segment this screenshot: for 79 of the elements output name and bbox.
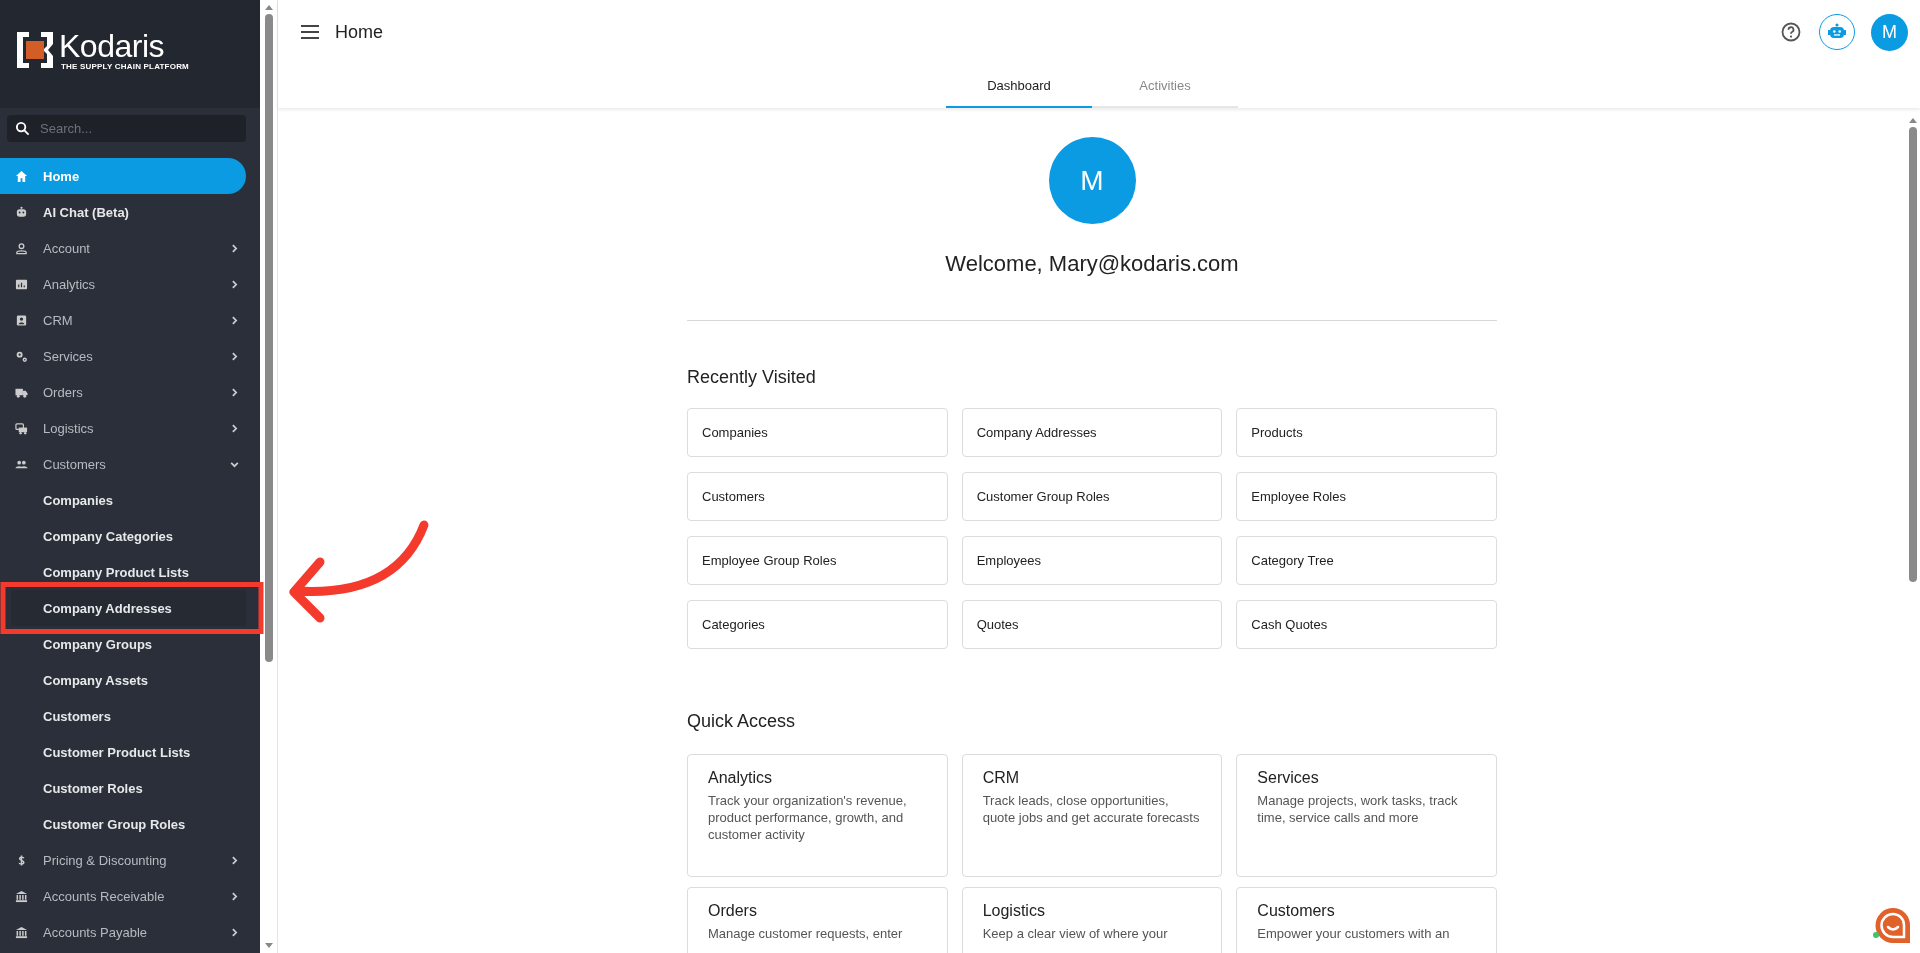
link-card[interactable]: Customer Group Roles	[961, 472, 1223, 521]
sidebar-item[interactable]: CRM	[0, 302, 246, 338]
page-title: Home	[335, 21, 383, 43]
link-card[interactable]: Products	[1236, 408, 1497, 457]
sidebar-subitem[interactable]: Customer Product Lists	[0, 743, 246, 761]
scroll-up-icon[interactable]	[1909, 118, 1917, 123]
sidebar-item[interactable]: Customers	[0, 446, 246, 482]
module-card[interactable]: Services Manage projects, work tasks, track time, service calls and more	[1236, 754, 1497, 877]
module-card[interactable]: Analytics Track your organization's revenue, product performance, growth, and customer activity	[687, 754, 948, 877]
link-card[interactable]: Cash Quotes	[1236, 600, 1497, 649]
search-field[interactable]: Search...	[7, 115, 246, 142]
section-title: Quick Access	[687, 711, 797, 732]
sidebar-item[interactable]: Accounts Payable	[0, 914, 246, 950]
card-description: Keep a clear view of where your	[982, 925, 1169, 942]
search-icon	[15, 121, 30, 136]
bar-chart-icon	[15, 277, 28, 291]
module-card[interactable]: Logistics Keep a clear view of where your	[961, 887, 1223, 953]
home-icon	[15, 169, 28, 183]
sidebar-subitem[interactable]: Company Addresses	[11, 590, 246, 626]
card-title: Services	[1257, 769, 1320, 787]
sidebar-subitem[interactable]: Company Groups	[0, 635, 246, 653]
sidebar-subitem[interactable]: Company Assets	[0, 671, 246, 689]
sidebar-subitem[interactable]: Companies	[0, 491, 246, 509]
sidebar-item[interactable]: Accounts Receivable	[0, 878, 246, 914]
sidebar-item[interactable]: Pricing & Discounting	[0, 842, 246, 878]
sidebar-subitem[interactable]: Customer Roles	[0, 779, 246, 797]
scroll-down-icon[interactable]	[264, 943, 273, 948]
avatar: M	[1048, 137, 1136, 224]
gears-icon	[15, 349, 28, 363]
card-description: Manage projects, work tasks, track time, service calls and more	[1257, 792, 1459, 826]
link-card[interactable]: Category Tree	[1236, 536, 1497, 585]
link-card[interactable]: Employee Group Roles	[687, 536, 948, 585]
chat-widget-icon[interactable]	[1873, 906, 1913, 946]
contact-card-icon	[15, 313, 28, 327]
module-card[interactable]: Customers Empower your customers with an	[1236, 887, 1497, 953]
sidebar-item[interactable]: Account	[0, 230, 246, 266]
section-title: Recently Visited	[687, 367, 817, 388]
link-card[interactable]: Quotes	[961, 600, 1223, 649]
robot-icon	[15, 205, 28, 219]
delivery-icon	[15, 421, 28, 435]
person-icon	[15, 241, 28, 255]
logo-tagline: THE SUPPLY CHAIN PLATFORM	[61, 61, 189, 71]
module-card[interactable]: CRM Track leads, close opportunities, quote jobs and get accurate forecasts	[961, 754, 1223, 877]
menu-icon[interactable]	[301, 25, 319, 39]
logo-name: Kodaris	[59, 29, 165, 62]
sidebar-item[interactable]: Services	[0, 338, 246, 374]
card-title: Orders	[708, 902, 758, 920]
scroll-up-icon[interactable]	[264, 5, 273, 10]
card-description: Manage customer requests, enter	[708, 925, 904, 942]
bank-icon	[15, 925, 28, 939]
link-card[interactable]: Companies	[687, 408, 948, 457]
card-description: Empower your customers with an	[1257, 925, 1451, 942]
sidebar-subitem[interactable]: Company Product Lists	[0, 563, 246, 581]
sidebar-item[interactable]: Orders	[0, 374, 246, 410]
tab[interactable]: Activities	[1092, 64, 1238, 108]
link-card[interactable]: Employees	[961, 536, 1223, 585]
link-card[interactable]: Company Addresses	[961, 408, 1223, 457]
card-description: Track your organization's revenue, product performance, growth, and customer activity	[708, 792, 908, 843]
sidebar-item[interactable]: AI Chat (Beta)	[0, 194, 246, 230]
link-card[interactable]: Customers	[687, 472, 948, 521]
welcome-heading: Welcome, Mary@kodaris.com	[944, 251, 1240, 277]
card-title: Customers	[1257, 902, 1336, 920]
card-description: Track leads, close opportunities, quote jobs and get accurate forecasts	[982, 792, 1201, 826]
ai-chat-button[interactable]	[1819, 14, 1855, 50]
sidebar-item[interactable]: Logistics	[0, 410, 246, 446]
sidebar-item[interactable]: Analytics	[0, 266, 246, 302]
sidebar-subitem[interactable]: Customer Group Roles	[0, 815, 246, 833]
sidebar-subitem[interactable]: Company Categories	[0, 527, 246, 545]
help-icon[interactable]	[1781, 22, 1801, 42]
card-title: Logistics	[982, 902, 1046, 920]
module-card[interactable]: Orders Manage customer requests, enter	[687, 887, 948, 953]
link-card[interactable]: Employee Roles	[1236, 472, 1497, 521]
card-title: Analytics	[708, 769, 774, 787]
sidebar-subitem[interactable]: Customers	[0, 707, 246, 725]
link-card[interactable]: Categories	[687, 600, 948, 649]
logo-icon	[15, 30, 55, 70]
tab[interactable]: Dashboard	[946, 64, 1092, 108]
card-title: CRM	[982, 769, 1021, 787]
bank-icon	[15, 889, 28, 903]
